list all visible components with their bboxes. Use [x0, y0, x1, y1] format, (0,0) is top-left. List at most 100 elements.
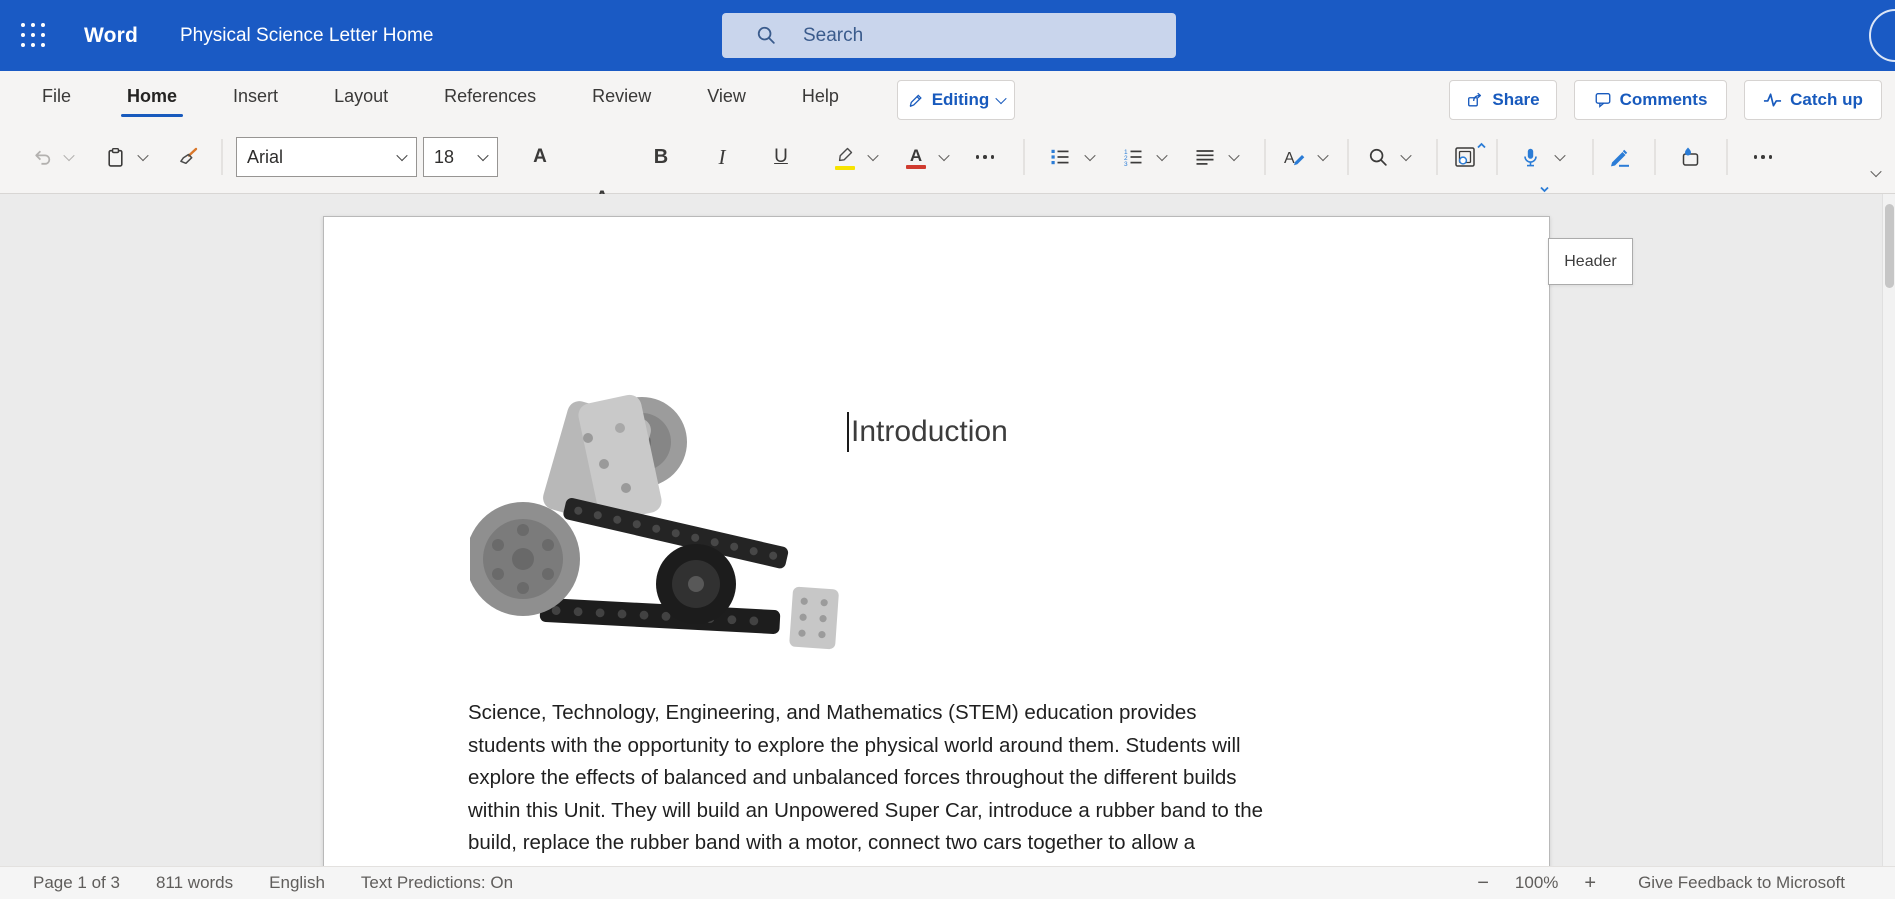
editor-pen-icon	[1609, 148, 1632, 167]
catchup-label: Catch up	[1790, 90, 1863, 110]
ink-to-text-button[interactable]	[1673, 136, 1707, 178]
document-heading[interactable]: Introduction	[851, 410, 1008, 454]
pencil-icon	[907, 92, 924, 109]
styles-button[interactable]: A	[1277, 136, 1311, 178]
more-font-options-button[interactable]	[968, 136, 1002, 178]
numbering-menu-chevron[interactable]	[1152, 136, 1172, 178]
app-name[interactable]: Word	[84, 24, 138, 48]
bold-button[interactable]: B	[644, 136, 678, 178]
highlight-color-bar	[835, 166, 855, 171]
toolbar-separator	[1437, 139, 1438, 175]
search-icon	[756, 25, 777, 46]
document-title[interactable]: Physical Science Letter Home	[180, 25, 433, 47]
toolbar-separator	[1655, 139, 1656, 175]
word-online-app: Word Physical Science Letter Home Search…	[0, 0, 1895, 899]
find-icon	[1368, 147, 1389, 168]
font-color-menu-chevron[interactable]	[934, 136, 954, 178]
tab-insert[interactable]: Insert	[205, 71, 306, 121]
body-line[interactable]: within this Unit. They will build an Unp…	[468, 795, 1263, 828]
zoom-out-button[interactable]: −	[1477, 872, 1489, 895]
comments-button[interactable]: Comments	[1574, 80, 1727, 120]
toolbar-separator	[1593, 139, 1594, 175]
highlighter-icon	[835, 147, 855, 164]
home-ribbon-toolbar: Arial 18 A A B I U A	[0, 121, 1895, 194]
underline-button[interactable]: U	[764, 136, 798, 178]
highlight-menu-chevron[interactable]	[863, 136, 883, 178]
bullets-button[interactable]	[1043, 136, 1077, 178]
text-cursor	[847, 412, 849, 452]
header-button[interactable]: Header	[1548, 238, 1633, 285]
page-count[interactable]: Page 1 of 3	[33, 873, 120, 893]
word-count[interactable]: 811 words	[156, 873, 233, 893]
find-menu-chevron[interactable]	[1396, 136, 1416, 178]
grow-font-icon: A	[533, 146, 547, 168]
search-placeholder: Search	[803, 25, 863, 47]
dictate-button[interactable]	[1513, 136, 1547, 178]
editing-mode-button[interactable]: Editing	[897, 80, 1015, 120]
dictate-menu-chevron[interactable]	[1550, 136, 1570, 178]
svg-text:3: 3	[1124, 161, 1128, 167]
tab-references[interactable]: References	[416, 71, 564, 121]
comment-icon	[1594, 91, 1612, 109]
tab-layout[interactable]: Layout	[306, 71, 416, 121]
bulleted-list-icon	[1050, 147, 1070, 167]
zoom-in-button[interactable]: +	[1584, 872, 1596, 895]
app-launcher-icon[interactable]	[10, 12, 56, 58]
pulse-icon	[1763, 92, 1782, 108]
robot-car-image	[470, 380, 842, 684]
tab-file[interactable]: File	[14, 71, 99, 121]
text-highlight-button[interactable]	[828, 136, 862, 178]
vertical-scrollbar[interactable]	[1882, 194, 1895, 866]
toolbar-separator	[1348, 139, 1349, 175]
editing-label: Editing	[932, 90, 990, 110]
toolbar-separator	[1497, 139, 1498, 175]
account-avatar[interactable]	[1869, 9, 1895, 62]
status-bar: Page 1 of 3 811 words English Text Predi…	[0, 866, 1895, 899]
tab-review[interactable]: Review	[564, 71, 679, 121]
reading-view-icon	[1454, 146, 1476, 168]
microphone-icon	[1520, 147, 1541, 168]
body-line[interactable]: Science, Technology, Engineering, and Ma…	[468, 697, 1197, 730]
title-bar: Word Physical Science Letter Home Search	[0, 0, 1895, 71]
more-commands-button[interactable]	[1746, 136, 1780, 178]
alignment-menu-chevron[interactable]	[1224, 136, 1244, 178]
search-input[interactable]: Search	[722, 13, 1176, 58]
find-button[interactable]	[1361, 136, 1395, 178]
styles-menu-chevron[interactable]	[1313, 136, 1333, 178]
tab-help[interactable]: Help	[774, 71, 867, 121]
bullets-menu-chevron[interactable]	[1080, 136, 1100, 178]
font-color-bar	[906, 165, 926, 170]
body-line[interactable]: explore the effects of balanced and unba…	[468, 762, 1237, 795]
body-line[interactable]: students with the opportunity to explore…	[468, 730, 1241, 763]
status-right: − 100% + Give Feedback to Microsoft	[1477, 872, 1895, 895]
font-color-icon: A	[910, 148, 922, 163]
numbered-list-icon: 123	[1123, 147, 1143, 167]
share-button[interactable]: Share	[1449, 80, 1557, 120]
document-page[interactable]: Introduction Science, Technology, Engine…	[323, 216, 1550, 866]
catch-up-button[interactable]: Catch up	[1744, 80, 1882, 120]
collapse-ribbon-chevron[interactable]	[1866, 152, 1886, 194]
toolbar-separator	[1727, 139, 1728, 175]
chevron-down-icon	[996, 93, 1007, 104]
editor-button[interactable]	[1603, 136, 1637, 178]
reading-view-button[interactable]	[1448, 136, 1482, 178]
numbering-button[interactable]: 123	[1116, 136, 1150, 178]
toolbar-separator	[1265, 139, 1266, 175]
tab-home[interactable]: Home	[99, 71, 205, 121]
font-color-button[interactable]: A	[899, 136, 933, 178]
alignment-button[interactable]	[1188, 136, 1222, 178]
svg-text:A: A	[1284, 150, 1295, 167]
status-left: Page 1 of 3 811 words English Text Predi…	[0, 873, 513, 893]
styles-icon: A	[1282, 147, 1306, 167]
body-line[interactable]: build, replace the rubber band with a mo…	[468, 827, 1195, 860]
scrollbar-thumb[interactable]	[1885, 204, 1894, 288]
share-icon	[1466, 91, 1484, 109]
language[interactable]: English	[269, 873, 325, 893]
document-canvas: Introduction Science, Technology, Engine…	[0, 194, 1895, 866]
share-label: Share	[1492, 90, 1539, 110]
tab-view[interactable]: View	[679, 71, 774, 121]
feedback-link[interactable]: Give Feedback to Microsoft	[1638, 873, 1845, 893]
text-predictions[interactable]: Text Predictions: On	[361, 873, 513, 893]
zoom-level[interactable]: 100%	[1515, 873, 1558, 893]
italic-button[interactable]: I	[705, 136, 739, 178]
